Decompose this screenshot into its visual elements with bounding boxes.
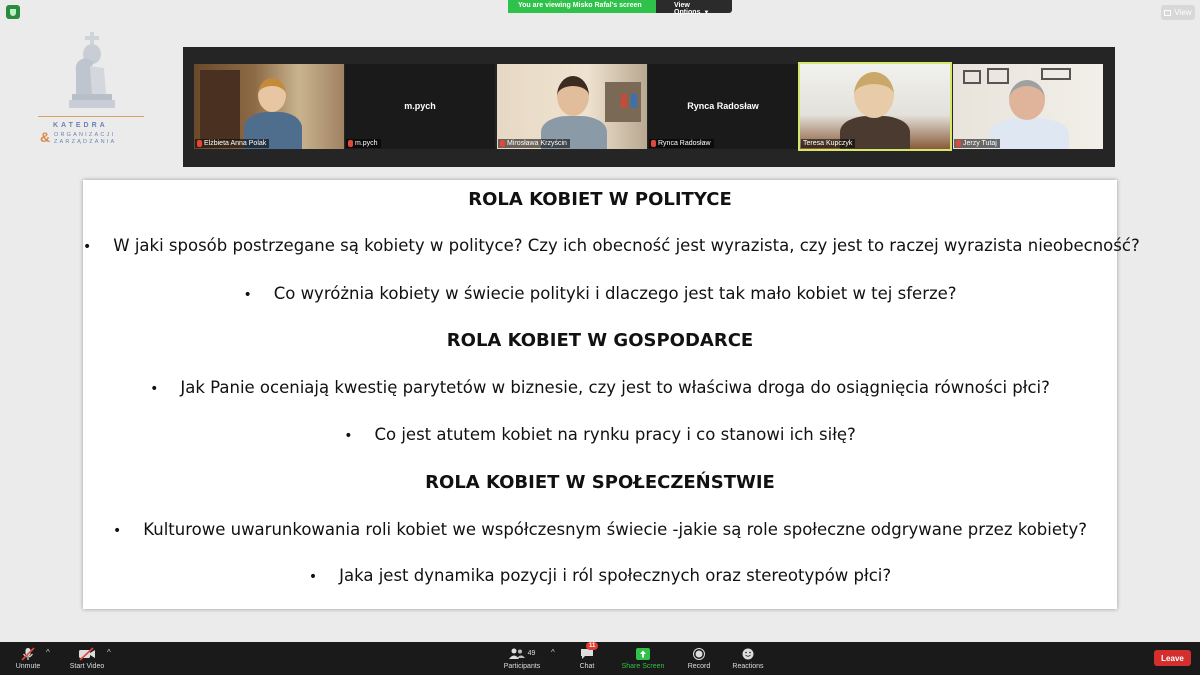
viewing-screen-label: You are viewing Misko Rafal's screen — [508, 0, 656, 13]
participant-name-tag: Teresa Kupczyk — [801, 139, 856, 148]
participant-tile[interactable]: Jerzy Tutaj — [953, 64, 1103, 149]
participant-video — [497, 64, 647, 149]
slide-bullet-text: Kulturowe uwarunkowania roli kobiet we w… — [143, 520, 1088, 539]
muted-mic-icon — [956, 140, 961, 147]
bullet-icon: • — [112, 523, 122, 539]
participant-tile[interactable]: Mirosława Krzyścin — [497, 64, 647, 149]
view-options-label: View Options — [674, 2, 701, 16]
participant-name-tag: Jerzy Tutaj — [954, 139, 1000, 148]
participant-display-name: m.pych — [404, 101, 436, 111]
view-options-button[interactable]: View Options ▼ — [656, 0, 732, 16]
slide-heading: ROLA KOBIET W POLITYCE — [468, 189, 732, 210]
bullet-icon: • — [243, 287, 252, 303]
participants-button[interactable]: 49 Participants — [500, 645, 544, 670]
participant-name-tag: Mirosława Krzyścin — [498, 139, 570, 148]
participant-name-tag: Elżbieta Anna Polak — [195, 139, 270, 148]
start-video-label: Start Video — [69, 663, 105, 670]
participant-tile[interactable]: m.pych m.pych — [345, 64, 495, 149]
smiley-icon — [742, 648, 754, 659]
chat-button[interactable]: 11 Chat — [574, 642, 600, 670]
grid-icon — [1164, 9, 1172, 16]
slide-bullet: • W jaki sposób postrzegane są kobiety w … — [83, 236, 1140, 255]
share-screen-button[interactable]: Share Screen — [618, 645, 668, 670]
chat-unread-badge: 11 — [586, 642, 599, 650]
muted-mic-icon — [197, 140, 202, 147]
video-options-caret-icon[interactable]: ^ — [107, 648, 111, 657]
department-logo: KATEDRA & ORGANIZACJI ZARZĄDZANIA — [38, 32, 148, 150]
muted-mic-icon — [348, 140, 353, 147]
reactions-label: Reactions — [732, 663, 764, 670]
slide-bullet-text: Jaka jest dynamika pozycji i ról społecz… — [339, 566, 892, 585]
participants-count: 49 — [527, 650, 536, 657]
leave-label: Leave — [1161, 653, 1184, 663]
view-label: View — [1174, 8, 1192, 17]
bullet-icon: • — [308, 569, 318, 585]
slide-bullet-text: Jak Panie oceniają kwestię parytetów w b… — [180, 378, 1050, 397]
chess-knight-icon — [69, 32, 115, 108]
participants-options-caret-icon[interactable]: ^ — [551, 648, 555, 657]
participant-video — [800, 64, 950, 149]
shared-slide: ROLA KOBIET W POLITYCE • W jaki sposób po… — [83, 180, 1140, 609]
record-button[interactable]: Record — [684, 645, 714, 670]
participants-label: Participants — [503, 663, 541, 670]
unmute-label: Unmute — [15, 663, 41, 670]
participant-tile-active-speaker[interactable]: Teresa Kupczyk — [798, 62, 952, 151]
meeting-toolbar: Unmute ^ Start Video ^ 49 Participants ^… — [0, 642, 1200, 675]
participant-gallery: Elżbieta Anna Polak m.pych m.pych Mirosł… — [183, 47, 1115, 167]
audio-options-caret-icon[interactable]: ^ — [46, 648, 50, 657]
slide-bullet: • Jak Panie oceniają kwestię parytetów w … — [83, 378, 1117, 397]
record-label: Record — [687, 663, 711, 670]
logo-line-organizacji: ORGANIZACJI — [54, 132, 116, 138]
bullet-icon: • — [150, 381, 159, 397]
participant-name-tag: Rynca Radosław — [649, 139, 714, 148]
slide-bullet: • Kulturowe uwarunkowania roli kobiet we … — [83, 520, 1117, 539]
unmute-button[interactable]: Unmute — [10, 645, 46, 670]
slide-bullet-text: Co jest atutem kobiet na rynku pracy i c… — [374, 425, 856, 444]
share-screen-label: Share Screen — [621, 663, 665, 670]
slide-bullet: • Co jest atutem kobiet na rynku pracy i … — [83, 425, 1117, 444]
participant-tile[interactable]: Rynca Radosław Rynca Radosław — [648, 64, 798, 149]
participants-icon — [508, 648, 525, 659]
share-screen-icon — [636, 647, 650, 660]
security-shield-icon[interactable] — [6, 5, 20, 19]
slide-bullet: • Co wyróżnia kobiety w świecie polityki … — [83, 284, 1117, 303]
participant-name-tag: m.pych — [346, 139, 381, 148]
participant-display-name: Rynca Radosław — [687, 101, 759, 111]
leave-meeting-button[interactable]: Leave — [1154, 650, 1191, 666]
slide-heading: ROLA KOBIET W SPOŁECZEŃSTWIE — [425, 472, 775, 493]
participant-tile[interactable]: Elżbieta Anna Polak — [194, 64, 344, 149]
participant-video — [194, 64, 344, 149]
logo-text-organizacji: ORGANIZACJI ZARZĄDZANIA — [54, 132, 116, 146]
record-icon — [693, 647, 705, 660]
start-video-button[interactable]: Start Video — [64, 645, 110, 670]
slide-bullet-text: Co wyróżnia kobiety w świecie polityki i… — [273, 284, 957, 303]
view-layout-button[interactable]: View — [1161, 5, 1195, 20]
muted-mic-icon — [651, 140, 656, 147]
chevron-down-icon: ▼ — [703, 10, 710, 16]
muted-mic-icon — [500, 140, 505, 147]
reactions-button[interactable]: Reactions — [730, 645, 766, 670]
participant-video — [953, 64, 1103, 149]
logo-text-katedra: KATEDRA — [53, 122, 108, 129]
logo-line-zarzadzania: ZARZĄDZANIA — [54, 139, 117, 145]
microphone-muted-icon — [21, 646, 35, 661]
video-camera-off-icon — [79, 646, 95, 661]
bullet-icon: • — [83, 239, 92, 255]
logo-divider — [38, 116, 144, 117]
chat-label: Chat — [579, 663, 595, 670]
slide-heading: ROLA KOBIET W GOSPODARCE — [446, 330, 754, 351]
screen-share-banner: You are viewing Misko Rafal's screen Vie… — [508, 0, 732, 16]
slide-bullet-text: W jaki sposób postrzegane są kobiety w p… — [113, 236, 1140, 255]
bullet-icon: • — [344, 428, 353, 444]
slide-bullet: • Jaka jest dynamika pozycji i ról społec… — [83, 566, 1117, 585]
logo-ampersand: & — [40, 129, 51, 145]
